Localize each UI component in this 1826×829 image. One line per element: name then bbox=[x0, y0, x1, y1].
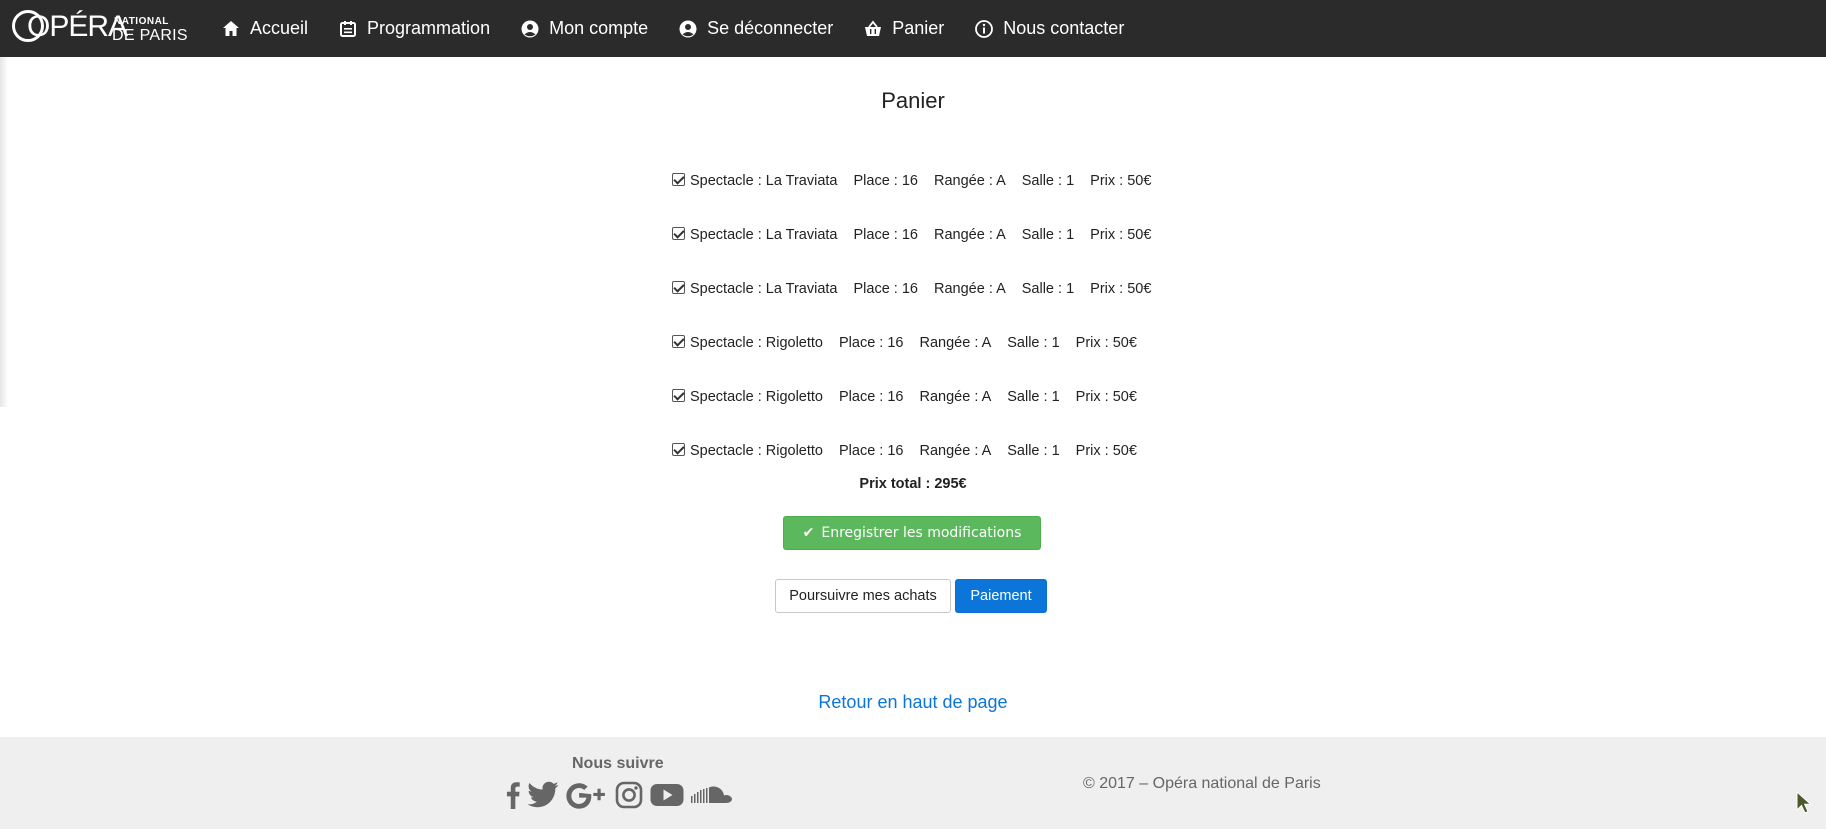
cart-item-price: Prix : 50€ bbox=[1090, 281, 1152, 297]
cart-item-place: Place : 16 bbox=[853, 173, 919, 189]
nav-label: Accueil bbox=[250, 18, 309, 38]
cart-item-show: Spectacle : Rigoletto bbox=[690, 389, 823, 405]
nav-panier[interactable]: Panier bbox=[863, 18, 944, 39]
youtube-icon[interactable] bbox=[650, 781, 684, 809]
instagram-icon[interactable] bbox=[615, 781, 643, 809]
cart-item-checkbox[interactable] bbox=[672, 442, 685, 456]
main-nav: Accueil Programmation Mon compte Se déco… bbox=[194, 0, 1154, 57]
cart-item-hall: Salle : 1 bbox=[1007, 389, 1060, 405]
nav-label: Programmation bbox=[367, 18, 491, 38]
cart-item-row: Rangée : A bbox=[919, 389, 992, 405]
cart-item-place: Place : 16 bbox=[839, 335, 904, 351]
cart-item-hall: Salle : 1 bbox=[1021, 173, 1075, 189]
nav-label: Nous contacter bbox=[1003, 18, 1125, 38]
cart-item-row: Rangée : A bbox=[919, 443, 992, 459]
cart-item-checkbox[interactable] bbox=[672, 280, 685, 294]
cart-item: Spectacle : La Traviata Place : 16 Rangé… bbox=[672, 208, 1172, 262]
cart-item: Spectacle : Rigoletto Place : 16 Rangée … bbox=[672, 316, 1172, 370]
nav-label: Se déconnecter bbox=[707, 18, 834, 38]
page-title: Panier bbox=[881, 88, 945, 113]
cart-item-place: Place : 16 bbox=[853, 227, 919, 243]
mouse-cursor-icon bbox=[1796, 791, 1812, 814]
home-icon bbox=[221, 19, 241, 39]
cart-item-price: Prix : 50€ bbox=[1075, 389, 1137, 405]
save-changes-button[interactable]: ✔ Enregistrer les modifications bbox=[783, 516, 1041, 550]
cart-item-place: Place : 16 bbox=[839, 443, 904, 459]
logo-national: NATIONAL bbox=[114, 16, 169, 27]
cart-item-checkbox[interactable] bbox=[672, 226, 685, 240]
cart-item-checkbox[interactable] bbox=[672, 334, 685, 348]
check-icon: ✔ bbox=[802, 525, 815, 541]
logo-de-paris: DE PARIS bbox=[112, 27, 188, 44]
cart-item-row: Rangée : A bbox=[934, 281, 1006, 297]
cart-item: Spectacle : La Traviata Place : 16 Rangé… bbox=[672, 154, 1172, 208]
cart-item: Spectacle : Rigoletto Place : 16 Rangée … bbox=[672, 370, 1172, 424]
save-changes-label: Enregistrer les modifications bbox=[821, 525, 1022, 541]
cart-item-show: Spectacle : La Traviata bbox=[690, 173, 838, 189]
cart-item: Spectacle : La Traviata Place : 16 Rangé… bbox=[672, 262, 1172, 316]
cart-item-price: Prix : 50€ bbox=[1090, 173, 1152, 189]
cart-item: Spectacle : Rigoletto Place : 16 Rangée … bbox=[672, 424, 1172, 478]
user-circle-icon bbox=[520, 19, 540, 39]
follow-heading: Nous suivre bbox=[572, 755, 664, 772]
cart-item-hall: Salle : 1 bbox=[1021, 227, 1075, 243]
cart-item-row: Rangée : A bbox=[919, 335, 992, 351]
cart-item-place: Place : 16 bbox=[853, 281, 919, 297]
soundcloud-icon[interactable] bbox=[691, 781, 733, 809]
top-navbar: OPÉRA NATIONAL DE PARIS Accueil Programm… bbox=[0, 0, 1826, 57]
cart-item-hall: Salle : 1 bbox=[1007, 443, 1060, 459]
cart-actions: Poursuivre mes achats Paiement bbox=[775, 579, 1047, 613]
payment-button[interactable]: Paiement bbox=[955, 579, 1047, 613]
cart-item-checkbox[interactable] bbox=[672, 172, 685, 186]
cart-item-show: Spectacle : Rigoletto bbox=[690, 335, 823, 351]
basket-icon bbox=[863, 19, 883, 39]
cart-item-hall: Salle : 1 bbox=[1021, 281, 1075, 297]
info-icon bbox=[974, 19, 994, 39]
cart-list: Spectacle : La Traviata Place : 16 Rangé… bbox=[672, 154, 1172, 478]
cart-item-checkbox[interactable] bbox=[672, 388, 685, 402]
cart-item-price: Prix : 50€ bbox=[1090, 227, 1152, 243]
facebook-icon[interactable] bbox=[505, 781, 521, 809]
cart-item-show: Spectacle : Rigoletto bbox=[690, 443, 823, 459]
google-plus-icon[interactable] bbox=[566, 781, 608, 809]
nav-nous-contacter[interactable]: Nous contacter bbox=[974, 18, 1124, 39]
opera-logo[interactable]: OPÉRA NATIONAL DE PARIS bbox=[12, 0, 194, 57]
cart-item-place: Place : 16 bbox=[839, 389, 904, 405]
calendar-icon bbox=[338, 19, 358, 39]
cart-item-price: Prix : 50€ bbox=[1075, 443, 1137, 459]
user-circle-icon bbox=[678, 19, 698, 39]
nav-programmation[interactable]: Programmation bbox=[338, 18, 490, 39]
cart-item-show: Spectacle : La Traviata bbox=[690, 281, 838, 297]
nav-se-deconnecter[interactable]: Se déconnecter bbox=[678, 18, 833, 39]
nav-label: Mon compte bbox=[549, 18, 649, 38]
twitter-icon[interactable] bbox=[528, 781, 559, 809]
nav-label: Panier bbox=[892, 18, 945, 38]
back-to-top-link[interactable]: Retour en haut de page bbox=[0, 692, 1826, 713]
footer: Nous suivre © 2017 – Opéra national de P… bbox=[0, 737, 1826, 829]
cart-item-show: Spectacle : La Traviata bbox=[690, 227, 838, 243]
copyright-text: © 2017 – Opéra national de Paris bbox=[1083, 775, 1321, 792]
cart-item-row: Rangée : A bbox=[934, 173, 1006, 189]
nav-mon-compte[interactable]: Mon compte bbox=[520, 18, 648, 39]
cart-item-price: Prix : 50€ bbox=[1075, 335, 1137, 351]
nav-accueil[interactable]: Accueil bbox=[221, 18, 308, 39]
social-links bbox=[505, 781, 740, 809]
cart-item-hall: Salle : 1 bbox=[1007, 335, 1060, 351]
continue-shopping-button[interactable]: Poursuivre mes achats bbox=[775, 579, 951, 613]
cart-total: Prix total : 295€ bbox=[859, 476, 967, 492]
cart-item-row: Rangée : A bbox=[934, 227, 1006, 243]
